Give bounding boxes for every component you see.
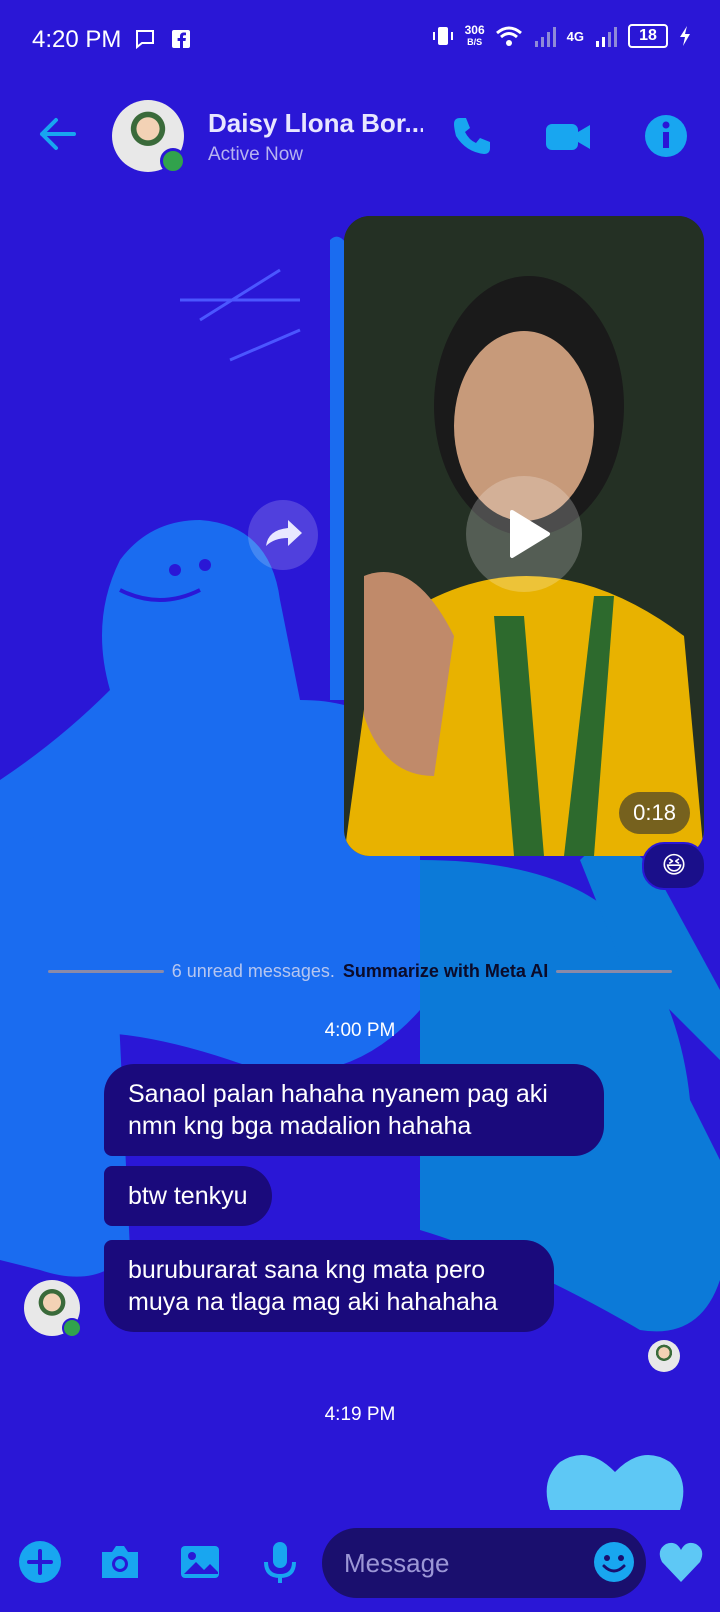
- camera-icon[interactable]: [96, 1538, 144, 1586]
- sender-avatar[interactable]: [24, 1280, 82, 1338]
- share-arrow-icon: [266, 520, 302, 546]
- unread-divider: 6 unread messages. Summarize with Meta A…: [48, 958, 673, 984]
- info-icon[interactable]: [642, 112, 690, 160]
- seen-indicator-avatar: [648, 1340, 680, 1372]
- message-bubble[interactable]: Sanaol palan hahaha nyanem pag aki nmn k…: [104, 1064, 604, 1156]
- battery-indicator: 18: [628, 24, 668, 48]
- network-type: 4G: [566, 28, 584, 44]
- status-time: 4:20 PM: [32, 26, 122, 53]
- wifi-icon: [495, 26, 522, 46]
- plus-icon[interactable]: [16, 1538, 64, 1586]
- video-message[interactable]: 0:18: [344, 216, 704, 856]
- emoji-icon[interactable]: [592, 1540, 636, 1584]
- signal-1-icon: [534, 27, 556, 47]
- divider-line-right: [556, 969, 673, 973]
- status-bar: 4:20 PM 306 B/S 4G 18: [0, 0, 720, 80]
- message-composer: [0, 1526, 720, 1612]
- microphone-icon[interactable]: [256, 1538, 304, 1586]
- vibrate-icon: [432, 27, 453, 45]
- message-notification-icon: [136, 30, 154, 50]
- divider-line-left: [48, 969, 164, 973]
- message-reaction[interactable]: 😆: [642, 842, 706, 890]
- video-camera-icon[interactable]: [544, 112, 592, 160]
- facebook-notification-icon: [172, 30, 190, 48]
- timestamp: 4:00 PM: [324, 1020, 396, 1041]
- contact-name[interactable]: Daisy Llona Bor...: [208, 108, 423, 139]
- play-button[interactable]: [466, 476, 582, 592]
- video-duration: 0:18: [619, 792, 690, 834]
- contact-avatar[interactable]: [112, 100, 186, 174]
- back-arrow-icon[interactable]: [34, 112, 78, 156]
- net-speed: 306 B/S: [464, 23, 485, 47]
- online-indicator: [160, 148, 186, 174]
- conversation-header: Daisy Llona Bor... Active Now: [0, 90, 720, 180]
- image-icon[interactable]: [176, 1538, 224, 1586]
- online-indicator: [62, 1318, 82, 1338]
- signal-2-icon: [596, 27, 617, 47]
- heart-icon[interactable]: [656, 1538, 706, 1588]
- message-bubble[interactable]: btw tenkyu: [104, 1166, 272, 1226]
- contact-status: Active Now: [208, 144, 304, 165]
- share-button[interactable]: [248, 500, 318, 570]
- phone-icon[interactable]: [448, 112, 496, 160]
- message-bubble[interactable]: buruburarat sana kng mata pero muya na t…: [104, 1240, 554, 1332]
- timestamp: 4:19 PM: [324, 1404, 396, 1425]
- charging-icon: [680, 26, 690, 46]
- summarize-meta-ai-link[interactable]: Summarize with Meta AI: [343, 961, 548, 982]
- heart-icon[interactable]: [540, 1450, 690, 1510]
- play-icon: [510, 510, 550, 558]
- unread-count-text: 6 unread messages.: [171, 960, 335, 981]
